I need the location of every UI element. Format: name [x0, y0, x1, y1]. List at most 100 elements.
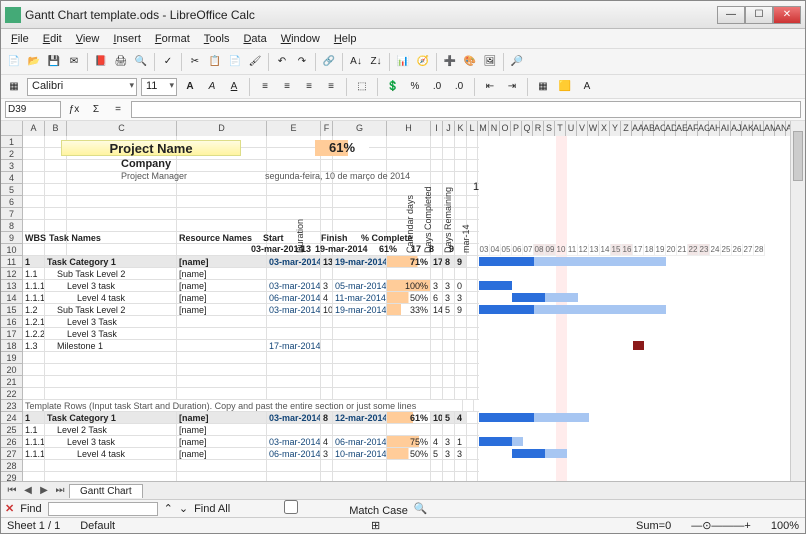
col-header-V[interactable]: V	[577, 121, 588, 136]
row-header-26[interactable]: 26	[1, 436, 23, 448]
row-header-4[interactable]: 4	[1, 172, 23, 184]
row-header-27[interactable]: 27	[1, 448, 23, 460]
row-header-20[interactable]: 20	[1, 364, 23, 376]
col-header-J[interactable]: J	[443, 121, 455, 136]
col-header-Q[interactable]: Q	[522, 121, 533, 136]
open-icon[interactable]: 📂	[25, 53, 43, 71]
row-header-11[interactable]: 11	[1, 256, 23, 268]
tab-last-icon[interactable]: ⏭	[53, 485, 67, 496]
col-header-AD[interactable]: AD	[665, 121, 676, 136]
font-name-select[interactable]: Calibri	[27, 78, 137, 96]
row-header-3[interactable]: 3	[1, 160, 23, 172]
col-header-AH[interactable]: AH	[709, 121, 720, 136]
underline-button[interactable]: A	[225, 78, 243, 96]
sort-desc-icon[interactable]: Z↓	[367, 53, 385, 71]
percent-icon[interactable]: %	[406, 78, 424, 96]
col-header-W[interactable]: W	[588, 121, 599, 136]
col-header-AG[interactable]: AG	[698, 121, 709, 136]
col-header-D[interactable]: D	[177, 121, 267, 136]
cut-icon[interactable]: ✂	[186, 53, 204, 71]
save-icon[interactable]: 💾	[45, 53, 63, 71]
font-size-select[interactable]: 11	[141, 78, 177, 96]
spell-icon[interactable]: ✓	[159, 53, 177, 71]
row-header-17[interactable]: 17	[1, 328, 23, 340]
preview-icon[interactable]: 🔍	[132, 53, 150, 71]
formula-input[interactable]	[131, 101, 801, 118]
styles-icon[interactable]: 🎨	[461, 53, 479, 71]
col-header-I[interactable]: I	[431, 121, 443, 136]
paste-icon[interactable]: 📄	[226, 53, 244, 71]
insert-icon[interactable]: ➕	[441, 53, 459, 71]
new-icon[interactable]: 📄	[5, 53, 23, 71]
row-header-19[interactable]: 19	[1, 352, 23, 364]
col-header-G[interactable]: G	[333, 121, 387, 136]
sort-asc-icon[interactable]: A↓	[347, 53, 365, 71]
col-header-L[interactable]: L	[467, 121, 478, 136]
navigator-icon[interactable]: 🧭	[414, 53, 432, 71]
row-header-10[interactable]: 10	[1, 244, 23, 256]
tab-next-icon[interactable]: ▶	[37, 485, 51, 496]
col-header-AB[interactable]: AB	[643, 121, 654, 136]
indent-inc-icon[interactable]: ⇥	[503, 78, 521, 96]
row-header-13[interactable]: 13	[1, 280, 23, 292]
row-header-25[interactable]: 25	[1, 424, 23, 436]
col-header-N[interactable]: N	[489, 121, 500, 136]
equals-icon[interactable]: =	[109, 101, 127, 119]
col-header-R[interactable]: R	[533, 121, 544, 136]
col-header-AK[interactable]: AK	[742, 121, 753, 136]
col-header-B[interactable]: B	[45, 121, 67, 136]
menu-insert[interactable]: Insert	[107, 31, 147, 47]
menu-help[interactable]: Help	[328, 31, 363, 47]
vertical-scrollbar[interactable]	[790, 121, 805, 481]
row-header-6[interactable]: 6	[1, 196, 23, 208]
copy-icon[interactable]: 📋	[206, 53, 224, 71]
align-left-icon[interactable]: ≡	[256, 78, 274, 96]
zoom-slider[interactable]: —⊙———+	[691, 519, 751, 532]
row-header-15[interactable]: 15	[1, 304, 23, 316]
find-next-icon[interactable]: ⌄	[179, 502, 188, 515]
row-header-21[interactable]: 21	[1, 376, 23, 388]
col-header-P[interactable]: P	[511, 121, 522, 136]
row-header-7[interactable]: 7	[1, 208, 23, 220]
undo-icon[interactable]: ↶	[273, 53, 291, 71]
align-center-icon[interactable]: ≡	[278, 78, 296, 96]
merge-icon[interactable]: ⬚	[353, 78, 371, 96]
row-header-18[interactable]: 18	[1, 340, 23, 352]
find-options-icon[interactable]: 🔍	[414, 502, 428, 515]
menu-window[interactable]: Window	[275, 31, 326, 47]
col-header-AI[interactable]: AI	[720, 121, 731, 136]
col-header-Z[interactable]: Z	[621, 121, 632, 136]
col-header-AJ[interactable]: AJ	[731, 121, 742, 136]
col-header-H[interactable]: H	[387, 121, 431, 136]
currency-icon[interactable]: 💲	[384, 78, 402, 96]
tab-first-icon[interactable]: ⏮	[5, 485, 19, 496]
close-button[interactable]: ✕	[773, 6, 801, 24]
pdf-icon[interactable]: 📕	[92, 53, 110, 71]
match-case-checkbox[interactable]: Match Case	[236, 500, 408, 517]
cell-reference[interactable]	[5, 101, 61, 118]
row-header-22[interactable]: 22	[1, 388, 23, 400]
col-header-M[interactable]: M	[478, 121, 489, 136]
row-header-23[interactable]: 23	[1, 400, 23, 412]
col-header-AA[interactable]: AA	[632, 121, 643, 136]
row-header-24[interactable]: 24	[1, 412, 23, 424]
gallery-icon[interactable]: 🖼	[481, 53, 499, 71]
border-icon[interactable]: ▦	[534, 78, 552, 96]
row-header-12[interactable]: 12	[1, 268, 23, 280]
col-header-A[interactable]: A	[23, 121, 45, 136]
project-name-cell[interactable]: Project Name	[61, 140, 241, 156]
sheet-tab-gantt[interactable]: Gantt Chart	[69, 484, 143, 498]
row-header-14[interactable]: 14	[1, 292, 23, 304]
menu-tools[interactable]: Tools	[198, 31, 236, 47]
menu-view[interactable]: View	[70, 31, 106, 47]
decimal-rem-icon[interactable]: .0	[450, 78, 468, 96]
find-icon[interactable]: 🔎	[508, 53, 526, 71]
indent-dec-icon[interactable]: ⇤	[481, 78, 499, 96]
menu-data[interactable]: Data	[237, 31, 272, 47]
insert-cell-icon[interactable]: ▦	[5, 78, 23, 96]
row-header-8[interactable]: 8	[1, 220, 23, 232]
menu-edit[interactable]: Edit	[37, 31, 68, 47]
menu-format[interactable]: Format	[149, 31, 196, 47]
row-header-16[interactable]: 16	[1, 316, 23, 328]
maximize-button[interactable]: ☐	[745, 6, 773, 24]
